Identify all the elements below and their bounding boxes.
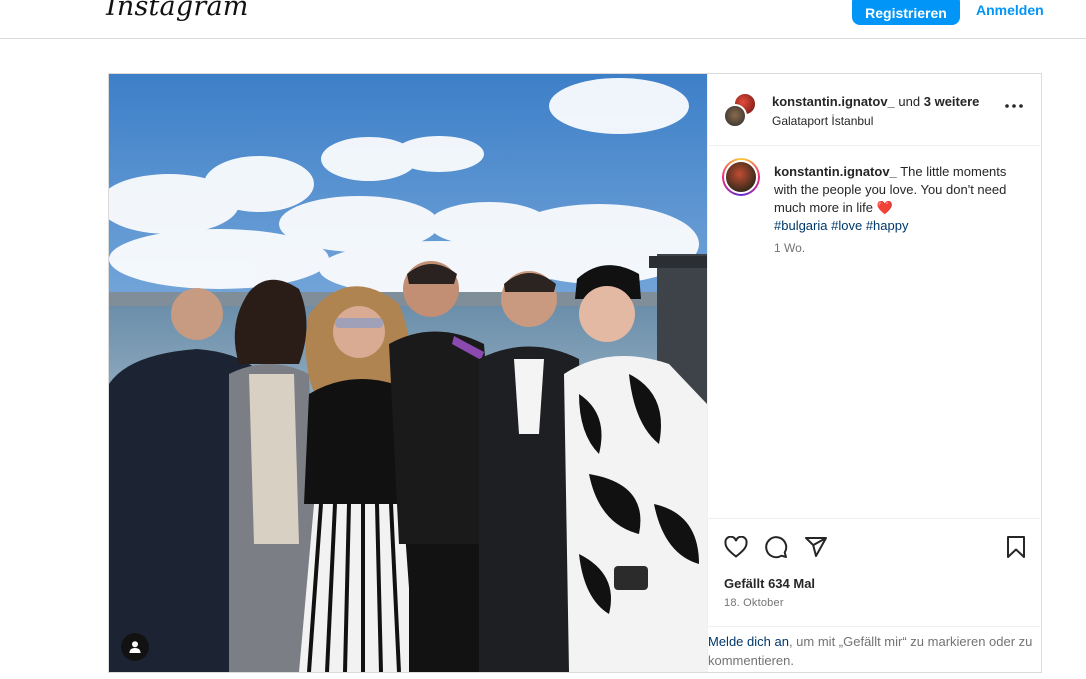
post-actions: Gefällt 634 Mal 18. Oktober: [708, 518, 1042, 626]
register-button[interactable]: Registrieren: [852, 0, 960, 25]
caption-avatar[interactable]: [722, 158, 760, 196]
hashtag-link[interactable]: #happy: [866, 218, 909, 233]
collab-more-link[interactable]: 3 weitere: [924, 94, 980, 109]
collab-connector: und: [898, 94, 921, 109]
comment-icon: [765, 536, 788, 559]
author-username[interactable]: konstantin.ignatov_: [772, 94, 895, 109]
post-photo[interactable]: [109, 74, 707, 672]
caption-username[interactable]: konstantin.ignatov_: [774, 164, 897, 179]
caption-age[interactable]: 1 Wo.: [774, 241, 805, 255]
like-button[interactable]: [722, 533, 750, 561]
post-header: konstantin.ignatov_ und 3 weitere Galata…: [708, 74, 1042, 146]
login-prompt: Melde dich an, um mit „Gefällt mir“ zu m…: [708, 626, 1042, 672]
post-side-panel: konstantin.ignatov_ und 3 weitere Galata…: [707, 74, 1042, 672]
bookmark-icon: [1007, 536, 1025, 558]
post-card: konstantin.ignatov_ und 3 weitere Galata…: [108, 73, 1042, 673]
user-tag-button[interactable]: [121, 633, 149, 661]
share-button[interactable]: [802, 533, 830, 561]
like-count[interactable]: Gefällt 634 Mal: [724, 576, 815, 591]
login-prompt-link[interactable]: Melde dich an: [708, 634, 789, 649]
options-button[interactable]: [1002, 94, 1026, 118]
login-link[interactable]: Anmelden: [976, 2, 1044, 18]
location-link[interactable]: Galataport İstanbul: [772, 114, 873, 128]
user-tag-icon: [129, 641, 141, 653]
hashtag-link[interactable]: #bulgaria: [774, 218, 828, 233]
collab-avatars[interactable]: [723, 92, 759, 128]
save-button[interactable]: [1002, 533, 1030, 561]
hashtag-link[interactable]: #love: [831, 218, 862, 233]
instagram-logo[interactable]: Instagram: [106, 0, 249, 22]
avatar: [724, 160, 758, 194]
group-photo-illustration: [109, 74, 707, 672]
post-authors: konstantin.ignatov_ und 3 weitere: [772, 94, 979, 109]
heart-emoji: ❤️: [876, 200, 893, 215]
more-horizontal-icon: [1005, 104, 1023, 108]
heart-icon: [724, 536, 748, 558]
post-date: 18. Oktober: [724, 597, 784, 609]
top-navigation-bar: Instagram Registrieren Anmelden: [0, 0, 1086, 39]
post-caption: konstantin.ignatov_ The little moments w…: [774, 163, 1024, 235]
share-icon: [805, 537, 827, 557]
avatar: [723, 104, 747, 128]
comment-button[interactable]: [762, 533, 790, 561]
